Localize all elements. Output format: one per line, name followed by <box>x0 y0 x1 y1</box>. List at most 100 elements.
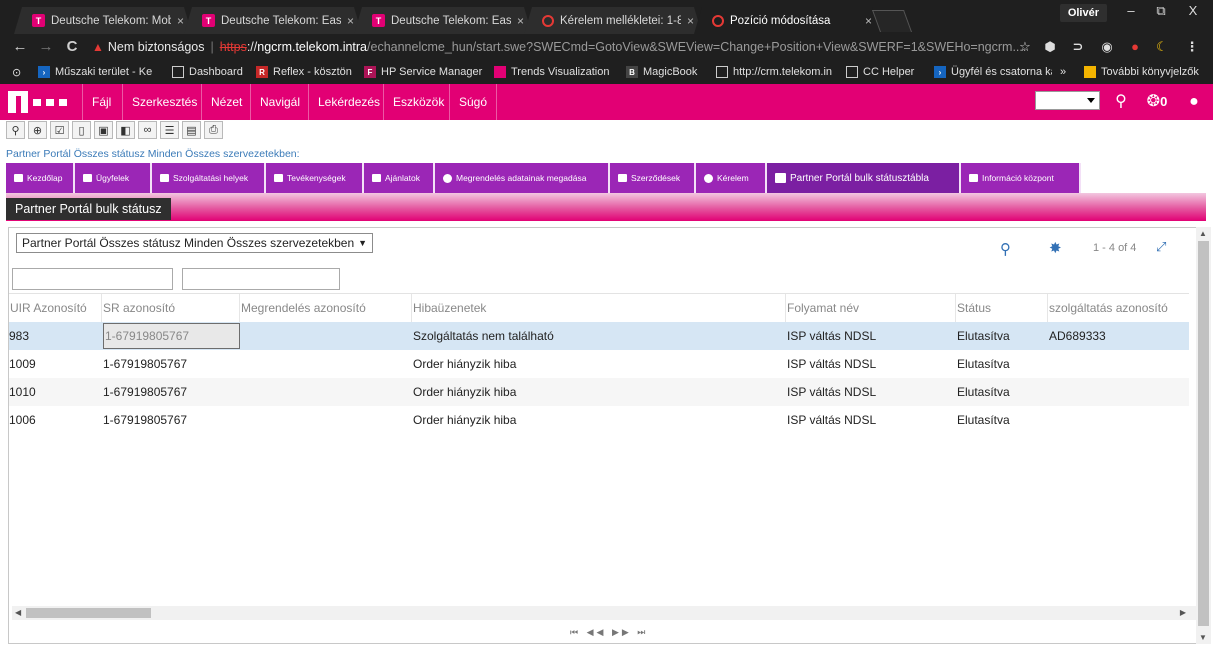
bookmark-item[interactable]: F HP Service Manager <box>364 64 486 80</box>
close-tab-icon[interactable]: × <box>177 14 184 28</box>
tab-service-locations[interactable]: Szolgáltatási helyek <box>152 163 266 193</box>
link-icon[interactable]: ∞ <box>138 121 157 139</box>
menu-file[interactable]: Fájl <box>82 84 120 120</box>
forward-arrow-icon[interactable]: → <box>36 37 56 57</box>
moon-extension-icon[interactable]: ☾ <box>1152 37 1172 57</box>
record-navigation[interactable]: ⏮ ◀◀ ▶▶ ⏭ <box>570 627 648 638</box>
browser-menu-icon[interactable]: ⋮ <box>1182 37 1202 57</box>
close-tab-icon[interactable]: × <box>347 14 354 28</box>
browser-tab-1[interactable]: T Deutsche Telekom: Mobi × <box>14 7 192 34</box>
square-icon <box>969 174 978 182</box>
gear-icon[interactable]: ✸ <box>1049 239 1062 257</box>
back-arrow-icon[interactable]: ← <box>10 37 30 57</box>
scroll-down-icon[interactable]: ▼ <box>1199 633 1207 642</box>
apps-icon[interactable]: ⊙ <box>12 64 32 80</box>
table-row[interactable]: 1006 1-67919805767 Order hiányzik hiba I… <box>9 406 1189 434</box>
bookmark-item[interactable]: › Műszaki terület - Ke <box>38 64 158 80</box>
tab-order-entry[interactable]: Megrendelés adatainak megadása <box>435 163 610 193</box>
list-icon[interactable]: ☰ <box>160 121 179 139</box>
address-bar[interactable]: ▲ Nem biztonságos | https://ngcrm.telekom.i… <box>92 37 1042 57</box>
table-row[interactable]: 1009 1-67919805767 Order hiányzik hiba I… <box>9 350 1189 378</box>
profile-button[interactable]: Olivér <box>1059 4 1107 22</box>
shield-extension-icon[interactable]: ⬢ <box>1040 37 1060 57</box>
browser-tab-5-active[interactable]: Pozíció módosítása × <box>694 7 880 34</box>
scroll-right-icon[interactable]: ▶ <box>1180 606 1186 620</box>
close-window-icon[interactable]: X <box>1179 2 1207 22</box>
bookmark-item[interactable]: CC Helper <box>846 64 926 80</box>
column-header-process-name[interactable]: Folyamat név <box>786 294 956 322</box>
table-row[interactable]: 1010 1-67919805767 Order hiányzik hiba I… <box>9 378 1189 406</box>
column-header-status[interactable]: Státus <box>956 294 1048 322</box>
column-header-error-messages[interactable]: Hibaüzenetek <box>412 294 786 322</box>
new-tab-button[interactable] <box>871 10 913 32</box>
translate-extension-icon[interactable]: ⊃ <box>1068 37 1088 57</box>
table-row[interactable]: 983 1-67919805767 Szolgáltatás nem talál… <box>9 322 1189 350</box>
menu-tools[interactable]: Eszközök <box>383 84 453 120</box>
search-icon[interactable]: ⚲ <box>1000 240 1011 258</box>
scroll-left-icon[interactable]: ◀ <box>15 606 21 620</box>
breadcrumb[interactable]: Partner Portál Összes státusz Minden Öss… <box>6 148 300 160</box>
column-header-service-id[interactable]: szolgáltatás azonosító <box>1048 294 1189 322</box>
paste-icon[interactable]: ◧ <box>116 121 135 139</box>
bookmark-item[interactable]: http://crm.telekom.in <box>716 64 836 80</box>
tab-requests[interactable]: Kérelem <box>696 163 767 193</box>
go-arrow-icon[interactable]: ⊕ <box>28 121 47 139</box>
tab-customers[interactable]: Ügyfelek <box>75 163 152 193</box>
check-box-icon[interactable]: ☑ <box>50 121 69 139</box>
vertical-scrollbar[interactable]: ▲ ▼ <box>1196 227 1211 644</box>
menu-query[interactable]: Lekérdezés <box>308 84 389 120</box>
record-extension-icon[interactable]: ● <box>1125 37 1145 57</box>
copy-record-icon[interactable]: ▣ <box>94 121 113 139</box>
search-icon[interactable]: ⚲ <box>1108 92 1134 112</box>
bookmark-item[interactable]: › Ügyfél és csatorna ka <box>934 64 1052 80</box>
scroll-up-icon[interactable]: ▲ <box>1199 229 1207 238</box>
notifications-icon[interactable]: ❂0 <box>1140 92 1174 112</box>
horizontal-scrollbar[interactable]: ◀ ▶ <box>12 606 1198 620</box>
expand-icon[interactable]: ⤢ <box>1156 239 1166 255</box>
bookmark-item[interactable]: RReflex - kösztöntő <box>256 64 352 80</box>
menu-view[interactable]: Nézet <box>201 84 251 120</box>
browser-tab-4[interactable]: Kérelem mellékletei: 1-8 × <box>524 7 702 34</box>
tab-contracts[interactable]: Szerződések <box>610 163 696 193</box>
browser-tab-3[interactable]: T Deutsche Telekom: Easy × <box>354 7 532 34</box>
cell-sr-id-editor[interactable]: 1-67919805767 <box>103 323 240 349</box>
menu-help[interactable]: Súgó <box>449 84 498 120</box>
close-tab-icon[interactable]: × <box>517 14 524 28</box>
column-header-sr-id[interactable]: SR azonosító <box>102 294 240 322</box>
new-record-icon[interactable]: ▯ <box>72 121 91 139</box>
maximize-window-icon[interactable]: ⧉ <box>1147 2 1175 22</box>
app-search-dropdown[interactable] <box>1035 91 1100 110</box>
menu-navigate[interactable]: Navigál <box>250 84 309 120</box>
tab-home[interactable]: Kezdőlap <box>6 163 75 193</box>
filter-field-1[interactable] <box>12 268 173 290</box>
bookmark-item[interactable]: Trends Visualization <box>494 64 610 80</box>
bookmark-item[interactable]: B MagicBook <box>626 64 706 80</box>
circle-extension-icon[interactable]: ◉ <box>1097 37 1117 57</box>
close-tab-icon[interactable]: × <box>865 14 872 28</box>
query-selector-dropdown[interactable]: Partner Portál Összes státusz Minden Öss… <box>16 233 374 253</box>
minimize-window-icon[interactable]: – <box>1117 2 1145 22</box>
cell-sr-id: 1-67919805767 <box>103 385 188 399</box>
vertical-scroll-thumb[interactable] <box>1198 241 1209 626</box>
print-icon[interactable]: ⎙ <box>204 121 223 139</box>
query-search-icon[interactable]: ⚲ <box>6 121 25 139</box>
menu-edit[interactable]: Szerkesztés <box>122 84 206 120</box>
browser-tab-2[interactable]: T Deutsche Telekom: Easy × <box>184 7 362 34</box>
bookmarks-overflow-icon[interactable]: » <box>1060 64 1072 80</box>
hp-icon: F <box>364 66 376 78</box>
user-icon[interactable]: ● <box>1181 92 1207 112</box>
horizontal-scroll-thumb[interactable] <box>26 608 151 618</box>
tab-partner-portal-bulk-status[interactable]: Partner Portál bulk státusztábla <box>767 163 961 193</box>
column-header-uir-id[interactable]: UIR Azonosító <box>9 294 102 322</box>
tab-activities[interactable]: Tevékenységek <box>266 163 364 193</box>
filter-field-2[interactable] <box>182 268 340 290</box>
bookmark-star-icon[interactable]: ☆ <box>1015 37 1035 57</box>
column-header-order-id[interactable]: Megrendelés azonosító <box>240 294 412 322</box>
close-tab-icon[interactable]: × <box>687 14 694 28</box>
tab-information-center[interactable]: Információ központ <box>961 163 1081 193</box>
clipboard-icon[interactable]: ▤ <box>182 121 201 139</box>
other-bookmarks[interactable]: További könyvjelzők <box>1084 64 1212 80</box>
reload-icon[interactable]: C <box>62 37 82 57</box>
tab-quotes[interactable]: Ajánlatok <box>364 163 435 193</box>
bookmark-item[interactable]: Dashboard <box>172 64 250 80</box>
